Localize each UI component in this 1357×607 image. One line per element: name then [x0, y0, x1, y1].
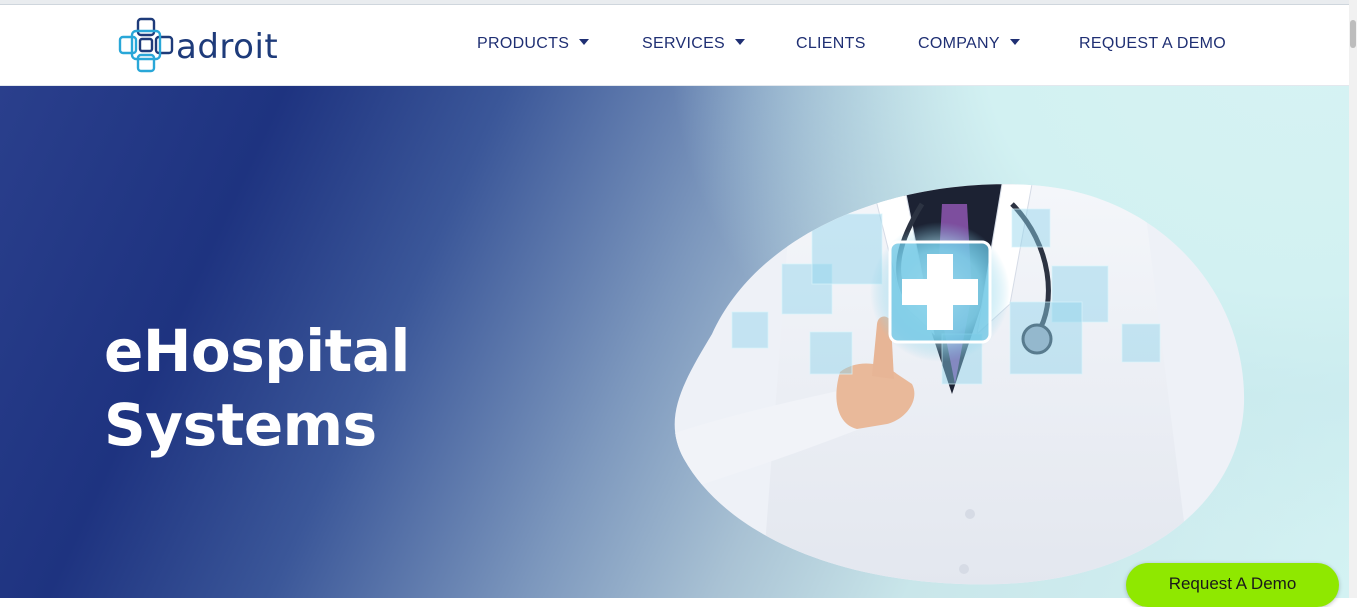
nav-item-products[interactable]: PRODUCTS	[477, 35, 590, 57]
adroit-logo[interactable]: adroit	[118, 17, 288, 75]
hero-banner: eHospital Systems	[0, 86, 1349, 598]
page-scrollbar[interactable]	[1349, 0, 1357, 598]
nav-item-request-demo[interactable]: REQUEST A DEMO	[1079, 35, 1226, 57]
nav-item-label: PRODUCTS	[477, 35, 570, 52]
nav-item-company[interactable]: COMPANY	[918, 35, 1020, 57]
medical-cross-logo-icon	[118, 17, 174, 73]
nav-item-label: CLIENTS	[796, 35, 866, 52]
caret-down-icon	[1009, 38, 1020, 45]
nav-item-label: REQUEST A DEMO	[1079, 35, 1227, 52]
nav-item-label: SERVICES	[642, 35, 726, 52]
scrollbar-thumb[interactable]	[1350, 20, 1356, 48]
nav-item-services[interactable]: SERVICES	[642, 35, 746, 57]
nav-item-clients[interactable]: CLIENTS	[796, 35, 866, 57]
hero-title: eHospital Systems	[104, 314, 410, 462]
doctor-hero-image	[674, 184, 1245, 585]
request-demo-floating-button[interactable]: Request A Demo	[1126, 563, 1339, 607]
brand-name: adroit	[176, 27, 279, 67]
caret-down-icon	[579, 38, 590, 45]
site-header: adroit PRODUCTS SERVICES CLIENTS COMPANY…	[0, 5, 1349, 86]
hero-title-line1: eHospital	[104, 317, 410, 385]
caret-down-icon	[735, 38, 746, 45]
hero-title-line2: Systems	[104, 391, 377, 459]
nav-item-label: COMPANY	[918, 35, 1000, 52]
